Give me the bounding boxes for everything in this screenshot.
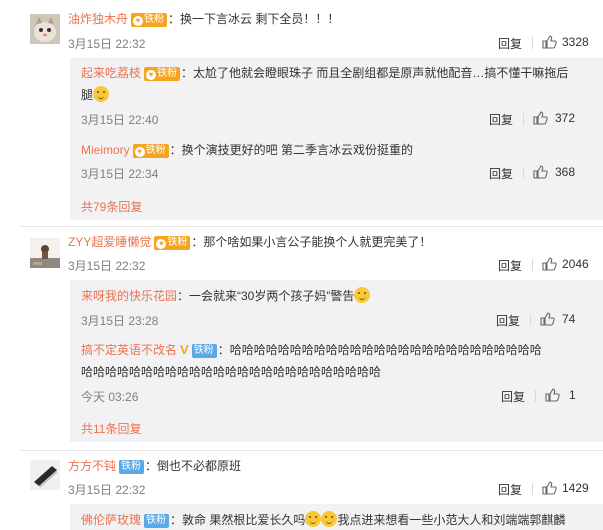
reply-button[interactable]: 回复 xyxy=(498,35,522,52)
comment-divider xyxy=(20,450,603,451)
comment-text: ：倒也不必都原班 xyxy=(145,459,242,473)
reply-list: 起来吃荔枝 ♥ 铁粉 ：太尬了他就会瞪眼珠子 而且全剧组都是原声就他配音…搞不懂干嘛拖… xyxy=(70,58,603,220)
username-link[interactable]: 起来吃荔枝 xyxy=(81,66,141,80)
like-icon[interactable] xyxy=(539,311,555,327)
reply-text: ：敦命 果然根比爱长久吗 xyxy=(170,513,306,527)
like-icon[interactable] xyxy=(532,110,548,126)
reply-line: 来呀我的快乐花园：一会就来“30岁两个孩子妈”警告 xyxy=(81,287,371,305)
username-link[interactable]: 佛伦萨玫瑰 xyxy=(81,513,141,527)
emoji-icon xyxy=(305,511,322,527)
divider xyxy=(532,483,533,495)
reply-line-2: 哈哈哈哈哈哈哈哈哈哈哈哈哈哈哈哈哈哈哈哈哈哈哈哈哈 xyxy=(81,365,382,379)
reply-button[interactable]: 回复 xyxy=(501,388,525,405)
comment-line: 油炸独木舟 ♥ 铁粉 ：换一下言冰云 剩下全员！！！ xyxy=(68,10,339,28)
username-link[interactable]: 来呀我的快乐花园 xyxy=(81,289,177,303)
child-avatar-icon xyxy=(30,238,60,268)
reply-text: ：太尬了他就会瞪眼珠子 而且全剧组都是原声就他配音…搞不懂干嘛拖后 xyxy=(181,66,569,80)
divider xyxy=(523,167,524,179)
like-count: 2046 xyxy=(562,257,589,271)
reply-text-2: 我点进来想看一些小范大人和刘端端郭麒麟 xyxy=(337,513,566,527)
avatar[interactable] xyxy=(30,238,60,268)
like-icon[interactable] xyxy=(532,164,548,180)
heart-icon: ♥ xyxy=(133,16,144,26)
comment-text: ：换一下言冰云 剩下全员！！！ xyxy=(168,12,340,26)
username-link[interactable]: 方方不钝 xyxy=(68,459,116,473)
like-icon[interactable] xyxy=(541,480,557,496)
comment-divider xyxy=(20,226,603,227)
timestamp: 3月15日 22:32 xyxy=(68,483,146,497)
emoji-icon xyxy=(321,511,338,527)
username-link[interactable]: 搞不定英语不改名 xyxy=(81,343,177,357)
fan-badge[interactable]: 铁粉 xyxy=(119,460,145,474)
reply-button[interactable]: 回复 xyxy=(489,111,513,128)
like-count: 1429 xyxy=(562,481,589,495)
timestamp: 3月15日 22:32 xyxy=(68,259,146,273)
fan-badge[interactable]: ♥ 铁粉 xyxy=(131,13,168,27)
heart-icon: ♥ xyxy=(146,70,157,80)
reply-button[interactable]: 回复 xyxy=(498,257,522,274)
reply-button[interactable]: 回复 xyxy=(498,481,522,498)
fan-badge[interactable]: ♥ 铁粉 xyxy=(132,144,169,158)
comment-line: ZYY超爱睡懒觉 ♥ 铁粉 ：那个啥如果小言公子能换个人就更完美了！ xyxy=(68,233,431,251)
emoji-icon xyxy=(93,86,110,102)
divider xyxy=(523,113,524,125)
divider xyxy=(530,314,531,326)
like-count: 368 xyxy=(555,165,576,179)
like-count: 372 xyxy=(555,111,576,125)
comment: ZYY超爱睡懒觉 ♥ 铁粉 ：那个啥如果小言公子能换个人就更完美了！ 3月15日 22… xyxy=(0,228,603,450)
reply-button[interactable]: 回复 xyxy=(496,312,520,329)
heart-icon: ♥ xyxy=(156,239,167,249)
username-link[interactable]: 油炸独木舟 xyxy=(68,12,128,26)
timestamp: 3月15日 22:40 xyxy=(81,113,159,127)
fan-badge[interactable]: ♥ 铁粉 xyxy=(154,236,191,250)
fan-badge[interactable]: 铁粉 xyxy=(191,344,217,358)
heart-icon: ♥ xyxy=(134,147,145,157)
timestamp: 3月15日 23:28 xyxy=(81,314,159,328)
reply-list: 来呀我的快乐花园：一会就来“30岁两个孩子妈”警告 3月15日 23:28 回复… xyxy=(70,280,603,442)
like-icon[interactable] xyxy=(541,34,557,50)
divider xyxy=(535,390,536,402)
reply-button[interactable]: 回复 xyxy=(489,165,513,182)
username-link[interactable]: ZYY超爱睡懒觉 xyxy=(68,235,151,249)
fan-badge[interactable]: 铁粉 xyxy=(144,514,170,528)
like-count: 3328 xyxy=(562,35,589,49)
book-avatar-icon xyxy=(30,460,60,490)
divider xyxy=(532,259,533,271)
verified-v-icon: V xyxy=(180,342,189,357)
reply-line-2: 腿 xyxy=(81,86,110,104)
reply-line: 起来吃荔枝 ♥ 铁粉 ：太尬了他就会瞪眼珠子 而且全剧组都是原声就他配音…搞不懂干嘛拖… xyxy=(81,64,568,82)
avatar[interactable] xyxy=(30,14,60,44)
timestamp: 今天 03:26 xyxy=(81,390,139,404)
reply-line: 佛伦萨玫瑰 铁粉 ：敦命 果然根比爱长久吗 我点进来想看一些小范大人和刘端端郭麒麟 xyxy=(81,511,565,529)
reply-text: ：换个演技更好的吧 第二季言冰云戏份挺重的 xyxy=(169,143,414,157)
divider xyxy=(532,37,533,49)
like-count: 74 xyxy=(562,312,576,326)
like-count: 1 xyxy=(569,388,576,402)
comment-text: ：那个啥如果小言公子能换个人就更完美了！ xyxy=(191,235,432,249)
reply-line: 搞不定英语不改名 V 铁粉 ：哈哈哈哈哈哈哈哈哈哈哈哈哈哈哈哈哈哈哈哈哈哈哈哈哈哈 xyxy=(81,341,542,359)
timestamp: 3月15日 22:34 xyxy=(81,167,159,181)
more-replies-link[interactable]: 共11条回复 xyxy=(81,420,141,437)
avatar[interactable] xyxy=(30,460,60,490)
comment-line: 方方不钝 铁粉 ：倒也不必都原班 xyxy=(68,457,241,475)
reply-text: ：哈哈哈哈哈哈哈哈哈哈哈哈哈哈哈哈哈哈哈哈哈哈哈哈哈哈 xyxy=(217,343,542,357)
reply-text: ：一会就来“30岁两个孩子妈”警告 xyxy=(177,289,355,303)
username-link[interactable]: Mieimory xyxy=(81,143,130,157)
like-icon[interactable] xyxy=(541,256,557,272)
timestamp: 3月15日 22:32 xyxy=(68,37,146,51)
fan-badge[interactable]: ♥ 铁粉 xyxy=(144,67,181,81)
like-icon[interactable] xyxy=(544,387,560,403)
reply-line: Mieimory ♥ 铁粉 ：换个演技更好的吧 第二季言冰云戏份挺重的 xyxy=(81,141,413,159)
emoji-icon xyxy=(354,287,371,303)
comment: 油炸独木舟 ♥ 铁粉 ：换一下言冰云 剩下全员！！！ 3月15日 22:32 回复 3… xyxy=(0,0,603,220)
reply-list: 佛伦萨玫瑰 铁粉 ：敦命 果然根比爱长久吗 我点进来想看一些小范大人和刘端端郭麒麟 xyxy=(70,504,603,530)
more-replies-link[interactable]: 共79条回复 xyxy=(81,198,142,215)
cat-avatar-icon xyxy=(30,14,60,44)
comment: 方方不钝 铁粉 ：倒也不必都原班 3月15日 22:32 回复 1429 佛伦萨玫瑰… xyxy=(0,452,603,530)
